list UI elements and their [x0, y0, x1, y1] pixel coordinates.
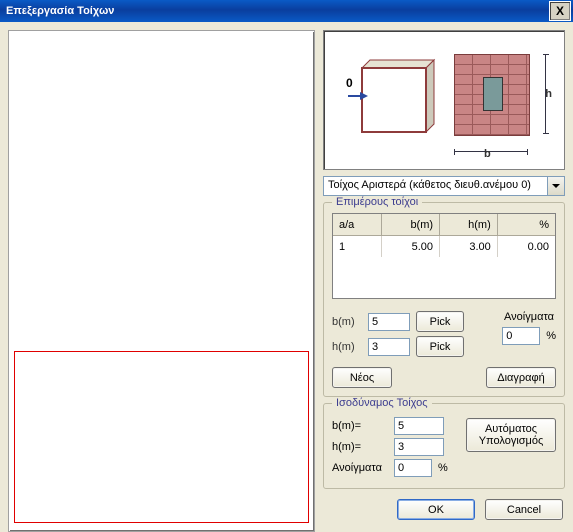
col-hm: h(m) — [440, 214, 498, 236]
col-pct: % — [497, 214, 555, 236]
eq-label-bm: b(m)= — [332, 420, 388, 432]
eq-input-bm[interactable] — [394, 417, 444, 435]
cell-bm: 5.00 — [382, 236, 440, 258]
table-row[interactable]: 1 5.00 3.00 0.00 — [333, 236, 555, 258]
delete-button[interactable]: Διαγραφή — [486, 367, 556, 388]
col-aa: a/a — [333, 214, 382, 236]
chevron-down-icon — [552, 184, 560, 188]
equiv-legend: Ισοδύναμος Τοίχος — [332, 397, 432, 409]
dropdown-button[interactable] — [548, 176, 565, 196]
cancel-button[interactable]: Cancel — [485, 499, 563, 520]
iso-cube-icon — [348, 54, 442, 146]
cell-aa: 1 — [333, 236, 382, 258]
right-column: 0 — [323, 30, 565, 520]
cell-hm: 3.00 — [440, 236, 498, 258]
diagram-frame: 0 — [323, 30, 565, 170]
table-header-row: a/a b(m) h(m) % — [333, 214, 555, 236]
auto-calc-button[interactable]: Αυτόματος Υπολογισμός — [466, 418, 556, 452]
label-hm: h(m) — [332, 341, 362, 353]
subwalls-legend: Επιμέρους τοίχοι — [332, 196, 422, 208]
wall-elevation-diagram: h b — [454, 54, 540, 146]
pick-h-button[interactable]: Pick — [416, 336, 464, 357]
preview-pane — [8, 30, 315, 532]
wall-opening — [483, 77, 503, 111]
wall-side-select[interactable]: Τοίχος Αριστερά (κάθετος διευθ.ανέμου 0) — [323, 176, 565, 196]
subwalls-group: Επιμέρους τοίχοι a/a b(m) h(m) % 1 5.00 … — [323, 202, 565, 397]
equiv-wall-group: Ισοδύναμος Τοίχος b(m)= h(m)= Ανοίγματα … — [323, 403, 565, 489]
wall-outline — [14, 351, 309, 523]
subwalls-table[interactable]: a/a b(m) h(m) % 1 5.00 3.00 0.00 — [332, 213, 556, 299]
brick-wall-icon — [454, 54, 530, 136]
cell-pct: 0.00 — [497, 236, 555, 258]
ok-button[interactable]: OK — [397, 499, 475, 520]
col-bm: b(m) — [382, 214, 440, 236]
pick-b-button[interactable]: Pick — [416, 311, 464, 332]
wall-side-value: Τοίχος Αριστερά (κάθετος διευθ.ανέμου 0) — [323, 176, 548, 196]
dim-h-label: h — [545, 88, 552, 100]
close-button[interactable]: X — [549, 1, 571, 21]
eq-label-openings: Ανοίγματα — [332, 462, 388, 474]
input-bm[interactable] — [368, 313, 410, 331]
window-title: Επεξεργασία Τοίχων — [6, 5, 549, 17]
label-bm: b(m) — [332, 316, 362, 328]
dialog-buttons: OK Cancel — [323, 499, 565, 520]
pct-label: % — [546, 330, 556, 342]
openings-label: Ανοίγματα — [504, 311, 554, 323]
eq-pct-label: % — [438, 462, 448, 474]
eq-input-hm[interactable] — [394, 438, 444, 456]
close-icon: X — [556, 4, 564, 18]
dim-b-label: b — [484, 148, 491, 160]
input-hm[interactable] — [368, 338, 410, 356]
input-openings[interactable] — [502, 327, 540, 345]
title-bar: Επεξεργασία Τοίχων X — [0, 0, 573, 22]
iso-diagram: 0 — [348, 54, 438, 146]
eq-label-hm: h(m)= — [332, 441, 388, 453]
dim-b-line — [454, 151, 528, 152]
eq-input-openings[interactable] — [394, 459, 432, 477]
new-button[interactable]: Νέος — [332, 367, 392, 388]
dialog-body: 0 — [0, 22, 573, 528]
